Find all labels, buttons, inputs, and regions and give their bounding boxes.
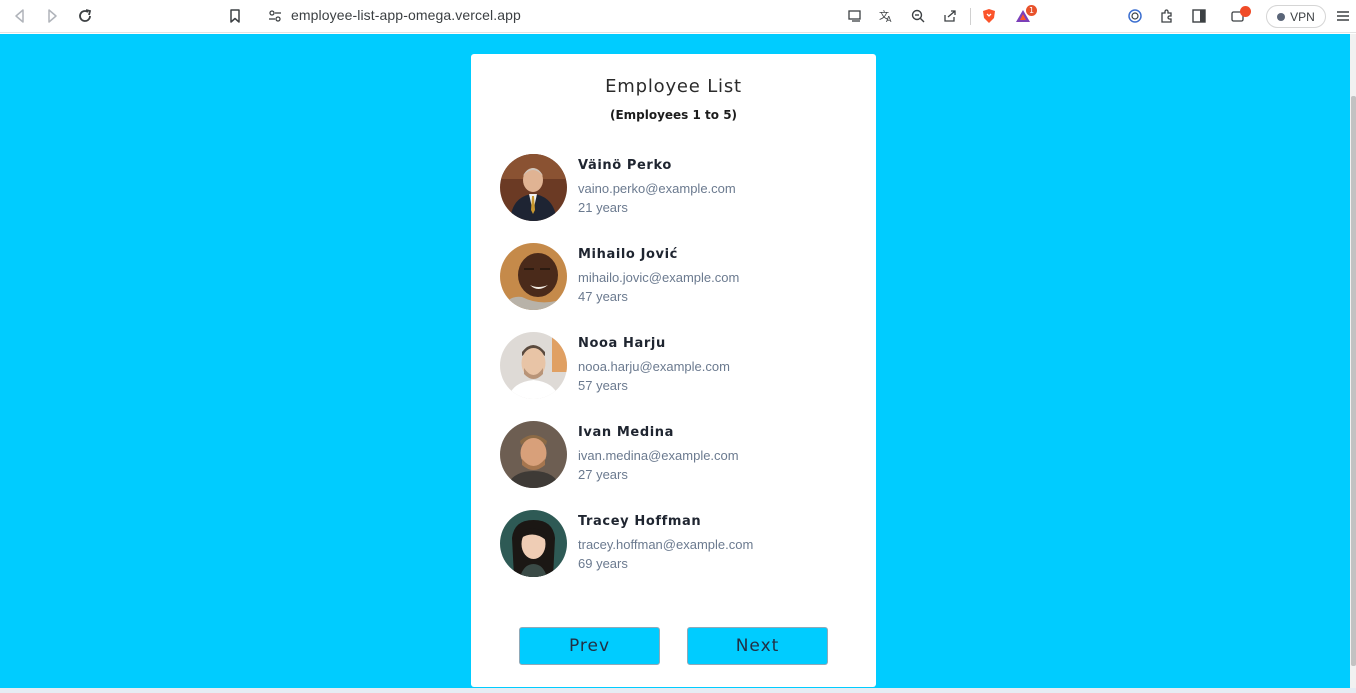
next-button[interactable]: Next xyxy=(687,627,828,665)
employee-age: 47 years xyxy=(578,289,628,304)
share-icon[interactable] xyxy=(940,6,960,26)
sidebar-icon[interactable] xyxy=(1189,6,1209,26)
extensions-icon[interactable] xyxy=(1157,6,1177,26)
vpn-status-icon xyxy=(1277,12,1286,21)
zoom-out-icon[interactable] xyxy=(908,6,928,26)
avatar xyxy=(500,243,567,310)
employee-age: 69 years xyxy=(578,556,628,571)
employee-name: Mihailo Jović xyxy=(578,247,678,262)
page-background: Employee List (Employees 1 to 5) Väinö P… xyxy=(0,34,1350,688)
employee-email: mihailo.jovic@example.com xyxy=(578,270,740,285)
employee-name: Tracey Hoffman xyxy=(578,514,702,529)
employee-card: Employee List (Employees 1 to 5) Väinö P… xyxy=(471,54,876,687)
wallet-icon[interactable] xyxy=(1125,6,1145,26)
employee-name: Nooa Harju xyxy=(578,336,666,351)
employee-email: ivan.medina@example.com xyxy=(578,448,739,463)
avatar xyxy=(500,154,567,221)
list-item: Nooa Harju nooa.harju@example.com 57 yea… xyxy=(500,332,840,400)
employee-name: Väinö Perko xyxy=(578,158,672,173)
employee-age: 57 years xyxy=(578,378,628,393)
list-item: Mihailo Jović mihailo.jovic@example.com … xyxy=(500,243,840,311)
avatar xyxy=(500,510,567,577)
brave-shields-icon[interactable] xyxy=(979,6,999,26)
list-item: Tracey Hoffman tracey.hoffman@example.co… xyxy=(500,510,840,578)
avatar xyxy=(500,421,567,488)
forward-icon[interactable] xyxy=(42,6,62,26)
address-bar-url[interactable]: employee-list-app-omega.vercel.app xyxy=(291,7,521,23)
employee-email: nooa.harju@example.com xyxy=(578,359,730,374)
list-item: Väinö Perko vaino.perko@example.com 21 y… xyxy=(500,154,840,222)
back-icon[interactable] xyxy=(10,6,30,26)
notification-badge: 1 xyxy=(1026,5,1037,16)
page-title: Employee List xyxy=(605,76,742,97)
menu-icon[interactable] xyxy=(1333,6,1353,26)
prev-button[interactable]: Prev xyxy=(519,627,660,665)
vpn-button[interactable]: VPN xyxy=(1266,5,1326,28)
employee-email: vaino.perko@example.com xyxy=(578,181,736,196)
page-subtitle: (Employees 1 to 5) xyxy=(609,108,738,122)
list-item: Ivan Medina ivan.medina@example.com 27 y… xyxy=(500,421,840,489)
vpn-label: VPN xyxy=(1290,9,1315,24)
reload-icon[interactable] xyxy=(75,6,95,26)
employee-name: Ivan Medina xyxy=(578,425,675,440)
scrollbar-thumb[interactable] xyxy=(1351,96,1356,666)
translate-icon[interactable]: 文A xyxy=(876,6,896,26)
browser-toolbar: employee-list-app-omega.vercel.app 文A 1 … xyxy=(0,0,1356,33)
toolbar-divider xyxy=(970,8,971,25)
svg-text:A: A xyxy=(886,15,892,24)
alert-dot-icon xyxy=(1240,6,1251,17)
bookmark-icon[interactable] xyxy=(225,6,245,26)
site-settings-icon[interactable] xyxy=(265,6,285,26)
avatar xyxy=(500,332,567,399)
install-app-icon[interactable] xyxy=(845,6,865,26)
employee-age: 27 years xyxy=(578,467,628,482)
employee-age: 21 years xyxy=(578,200,628,215)
employee-email: tracey.hoffman@example.com xyxy=(578,537,754,552)
window-bottom-edge xyxy=(0,688,1356,693)
